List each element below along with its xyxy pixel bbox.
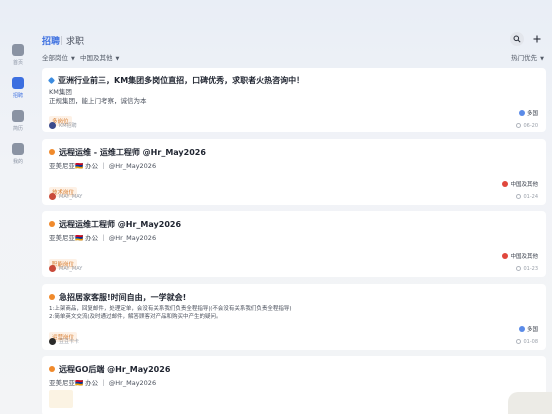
sidebar-item-label: 我的 [12, 158, 23, 165]
clock-icon [516, 194, 522, 199]
chevron-down-icon: ▼ [540, 56, 544, 62]
job-meta: 亚美尼亚🇦🇲 办公 ｜ @Hr_May2026 [49, 379, 157, 387]
job-location: 中国及其他 [502, 180, 538, 188]
sidebar-item-label: 首页 [12, 59, 23, 66]
top-bar: 招聘 求职 [42, 30, 552, 50]
job-description: 1:上架商品，回复邮件，处理定单，会没有关系我们负责全程指导|(不会没有关系我们… [49, 306, 292, 312]
job-title: 急招居家客服!时间自由，一学就会! [59, 292, 187, 302]
author-name: MAY_MAY [59, 193, 83, 200]
job-company: KM集团 [49, 88, 72, 96]
category-filter[interactable]: 全部岗位 ▼ [42, 52, 75, 62]
clock-icon [516, 266, 522, 271]
fire-icon [49, 294, 55, 300]
resume-icon [12, 109, 24, 122]
fire-icon [49, 149, 55, 155]
sidebar-item-resume[interactable]: 简历 [0, 104, 36, 137]
flag-icon [502, 181, 509, 187]
chevron-down-icon: ▼ [71, 56, 75, 62]
avatar [49, 265, 56, 272]
pin-icon [47, 76, 56, 84]
chevron-down-icon: ▼ [115, 56, 120, 62]
globe-icon [518, 326, 525, 332]
avatar [49, 338, 56, 345]
card-footer: MAY_MAY 01-23 [49, 265, 538, 272]
job-title: 亚洲行业前三，KM集团多岗位直招，口碑优秀，求职者火热咨询中！ [58, 75, 305, 85]
sidebar-item-profile[interactable]: 我的 [0, 137, 36, 170]
card-footer: MAY_MAY 01-24 [49, 193, 538, 200]
author-name: 豆豆卡卡 [59, 339, 80, 345]
job-location-label: 多国 [526, 327, 538, 333]
add-button[interactable] [530, 32, 544, 46]
job-title: 远程运维工程师 @Hr_May2026 [59, 219, 182, 229]
sidebar-item-label: 简历 [12, 125, 23, 132]
job-card[interactable]: 远程运维 - 运维工程师 @Hr_May2026 亚美尼亚🇦🇲 办公 ｜ @Hr… [42, 139, 546, 205]
job-location-label: 多国 [526, 111, 538, 117]
flag-icon [502, 253, 509, 259]
region-filter-label: 中国及其他 [80, 54, 113, 62]
author-name: KM招聘 [59, 123, 77, 129]
sidebar: 首页 招聘 简历 我的 [0, 0, 36, 414]
sidebar-item-label: 招聘 [12, 92, 23, 99]
region-filter[interactable]: 中国及其他 ▼ [80, 52, 119, 62]
job-card[interactable]: 急招居家客服!时间自由，一学就会! 1:上架商品，回复邮件，处理定单，会没有关系… [42, 284, 546, 350]
card-footer: 豆豆卡卡 01-08 [49, 338, 538, 345]
plus-icon [533, 35, 541, 43]
author-name: MAY_MAY [59, 265, 83, 272]
sidebar-item-jobs[interactable]: 招聘 [0, 71, 36, 104]
home-icon [12, 43, 24, 56]
job-card[interactable]: 亚洲行业前三，KM集团多岗位直招，口碑优秀，求职者火热咨询中！ KM集团 正规集… [42, 68, 546, 132]
job-thumbnail [49, 390, 73, 408]
tab-recruit[interactable]: 招聘 [42, 34, 60, 47]
fire-icon [49, 221, 55, 227]
post-time: 06-20 [523, 122, 538, 129]
search-icon [513, 35, 521, 43]
job-description: 2:简单英文交流(及时通过邮件，解答顾客对产品和购买中产生的疑问。 [49, 314, 222, 320]
job-location: 多国 [518, 325, 538, 333]
job-location: 中国及其他 [502, 252, 538, 260]
clock-icon [516, 339, 522, 344]
job-description: 正规集团，能上门考察，诚信为本 [49, 97, 147, 105]
post-time: 01-08 [523, 338, 538, 345]
tab-job-seeking[interactable]: 求职 [66, 34, 84, 47]
job-title: 远程GO后端 @Hr_May2026 [59, 364, 171, 374]
sidebar-item-home[interactable]: 首页 [0, 38, 36, 71]
avatar [49, 193, 56, 200]
job-location-label: 中国及其他 [510, 182, 538, 188]
filter-bar: 全部岗位 ▼ 中国及其他 ▼ 热门优先 ▼ [42, 51, 544, 63]
job-location-label: 中国及其他 [510, 254, 538, 260]
job-title: 远程运维 - 运维工程师 @Hr_May2026 [59, 147, 206, 157]
clock-icon [516, 123, 522, 128]
tab-divider [61, 36, 62, 45]
avatar [49, 122, 56, 129]
job-meta: 亚美尼亚🇦🇲 办公 ｜ @Hr_May2026 [49, 162, 157, 170]
search-button[interactable] [510, 32, 524, 46]
job-card[interactable]: 远程GO后端 @Hr_May2026 亚美尼亚🇦🇲 办公 ｜ @Hr_May20… [42, 356, 546, 414]
sort-filter-label: 热门优先 [511, 54, 538, 62]
category-filter-label: 全部岗位 [42, 54, 68, 62]
profile-icon [12, 142, 24, 155]
post-time: 01-24 [523, 193, 538, 200]
card-footer: KM招聘 06-20 [49, 122, 538, 129]
sort-filter[interactable]: 热门优先 ▼ [511, 52, 544, 62]
jobs-icon [12, 76, 24, 89]
post-time: 01-23 [523, 265, 538, 272]
job-card[interactable]: 远程运维工程师 @Hr_May2026 亚美尼亚🇦🇲 办公 ｜ @Hr_May2… [42, 211, 546, 277]
job-location: 多国 [518, 109, 538, 117]
fire-icon [49, 366, 55, 372]
job-meta: 亚美尼亚🇦🇲 办公 ｜ @Hr_May2026 [49, 234, 157, 242]
globe-icon [518, 110, 525, 116]
floating-action-button[interactable] [508, 392, 552, 414]
